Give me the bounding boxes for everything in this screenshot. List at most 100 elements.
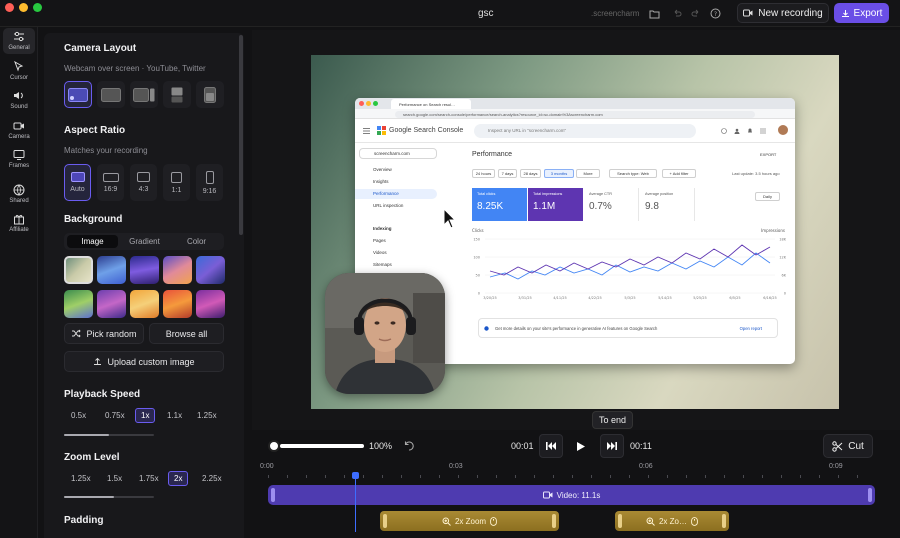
layout-camera-only[interactable] [196,81,224,108]
aspect-ratio-option-auto[interactable]: Auto [64,164,91,201]
chart-left-label: Clicks [472,228,484,233]
background-swatch-2[interactable] [97,256,126,284]
zoom-clip-2[interactable]: 2x Zo… [615,511,729,531]
zoom-clip-1[interactable]: 2x Zoom [380,511,559,531]
background-swatch-3[interactable] [130,256,159,284]
zoom-level-option[interactable]: 1.25x [66,471,96,486]
project-name: .screencharm [591,9,640,18]
gsc-indexing-item: Sitemaps [373,262,392,267]
zoom-level-option[interactable]: 2.25x [197,471,227,486]
play-button[interactable] [569,434,593,458]
chart-x-tick: 5/14/25 [658,296,672,300]
volume-slider[interactable] [280,444,364,448]
chart-x-tick: 4/11/25 [553,296,567,300]
timeline-tick [420,475,421,478]
zoom-level-slider-fill [64,496,114,498]
rail-item-shared[interactable]: Shared [3,181,35,207]
timeline-playhead[interactable] [355,474,356,532]
new-recording-button[interactable]: New recording [737,3,829,23]
gsc-app-name: Google Search Console [389,127,464,134]
background-swatch-4[interactable] [163,256,192,284]
undo-icon[interactable] [671,8,682,19]
layout-side-by-side[interactable] [130,81,158,108]
gsc-daily-select: Daily [755,192,780,201]
layout-stacked[interactable] [163,81,191,108]
cut-button[interactable]: Cut [823,434,873,458]
video-clip-left-handle[interactable] [271,488,275,502]
video-camera-icon [743,9,753,17]
browser-zoom-dot [373,101,378,106]
zoom-level-option[interactable]: 1.75x [134,471,164,486]
close-window-button[interactable] [5,3,14,12]
upload-custom-image-button[interactable]: Upload custom image [64,351,224,372]
timeline-tick [344,475,345,478]
aspect-ratio-option-1-1[interactable]: 1:1 [163,164,190,201]
minimize-window-button[interactable] [19,3,28,12]
background-swatch-7[interactable] [97,290,126,318]
gsc-metric-label: Total impressions [533,192,563,196]
rail-item-general[interactable]: General [3,28,35,54]
redo-icon[interactable] [690,8,701,19]
gsc-date-filter: More [576,169,600,178]
zoom-window-button[interactable] [33,3,42,12]
background-type-tabs: Image Gradient Color [64,233,224,250]
zoom-clip-2-right-handle[interactable] [722,514,726,528]
reset-icon[interactable] [403,440,415,452]
playback-speed-option[interactable]: 0.75x [100,408,130,423]
browser-url: search.google.com/search-console/perform… [395,110,755,118]
zoom-level-option[interactable]: 1.5x [102,471,127,486]
background-swatch-6[interactable] [64,290,93,318]
rail-item-camera[interactable]: Camera [3,117,35,143]
browse-all-button[interactable]: Browse all [149,323,224,344]
timeline-playhead-handle[interactable] [352,472,359,479]
webcam-overlay[interactable] [325,273,445,394]
settings-scrollbar[interactable] [239,35,243,235]
gsc-export: EXPORT [760,152,777,157]
playback-speed-option[interactable]: 1.25x [192,408,222,423]
tab-gradient[interactable]: Gradient [119,235,170,248]
skip-to-start-button[interactable] [539,434,563,458]
video-clip-right-handle[interactable] [868,488,872,502]
folder-icon[interactable] [649,8,660,19]
timeline-tick [857,475,858,478]
background-swatch-8[interactable] [130,290,159,318]
background-swatch-9[interactable] [163,290,192,318]
playback-speed-option[interactable]: 0.5x [66,408,91,423]
zoom-level-option[interactable]: 2x [168,471,189,486]
background-swatch-5[interactable] [196,256,225,284]
aspect-ratio-option-4-3[interactable]: 4:3 [130,164,157,201]
gsc-metric-card: Total clicks 8.25K [472,188,527,221]
zoom-clip-2-left-handle[interactable] [618,514,622,528]
rail-item-affiliate[interactable]: Affiliate [3,210,35,236]
pick-random-button[interactable]: Pick random [64,323,144,344]
playback-speed-option[interactable]: 1.1x [162,408,187,423]
aspect-ratio-option-16-9[interactable]: 16:9 [97,164,124,201]
gsc-search-type-filter: Search type: Web [609,169,657,178]
tab-color[interactable]: Color [171,235,222,248]
rail-item-frames[interactable]: Frames [3,146,35,172]
tab-image[interactable]: Image [67,235,118,248]
aspect-ratio-option-9-16[interactable]: 9:16 [196,164,223,201]
zoom-clip-1-right-handle[interactable] [552,514,556,528]
speaker-icon [14,92,23,99]
export-icon [841,9,849,17]
timeline-tick [629,475,630,478]
background-swatch-10[interactable] [196,290,225,318]
chart-y-tick-left: 0 [478,292,480,296]
layout-screen-only[interactable] [97,81,125,108]
gsc-logo-icon [377,126,386,135]
volume-slider-handle[interactable] [268,440,280,452]
rail-item-sound[interactable]: Sound [3,87,35,113]
playback-speed-option[interactable]: 1x [135,408,156,423]
export-button[interactable]: Export [834,3,889,23]
background-swatch-1[interactable] [64,256,93,284]
video-clip-track[interactable]: Video: 11.1s [268,485,875,505]
rail-item-cursor[interactable]: Cursor [3,58,35,84]
layout-webcam-over-screen[interactable] [64,81,92,108]
rail-item-label: Frames [8,163,30,169]
gsc-users-icon [734,128,740,134]
timeline-tick-label: 0:00 [260,463,274,470]
zoom-clip-1-left-handle[interactable] [383,514,387,528]
skip-to-end-button[interactable] [600,434,624,458]
help-icon[interactable]: ? [710,8,721,19]
